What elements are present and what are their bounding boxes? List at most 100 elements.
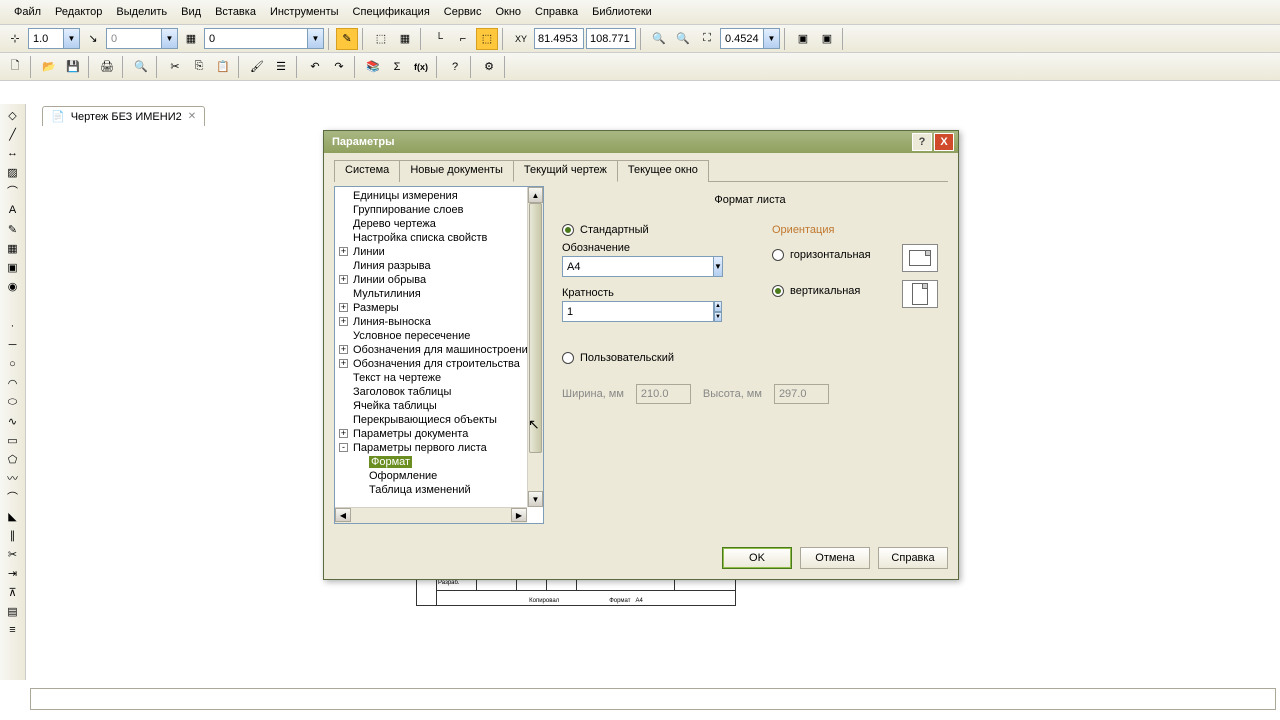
copy-icon[interactable]: ⎘	[188, 56, 210, 78]
tree-item[interactable]: Линия разрыва	[335, 259, 527, 273]
tool-table-icon[interactable]: ▦	[3, 239, 23, 257]
pencil-icon[interactable]: ✎	[336, 28, 358, 50]
tree-item[interactable]: Текст на чертеже	[335, 371, 527, 385]
menu-view[interactable]: Вид	[175, 3, 207, 21]
menu-spec[interactable]: Спецификация	[347, 3, 436, 21]
open-icon[interactable]: 📂	[38, 56, 60, 78]
dialog-help-icon[interactable]: ?	[912, 133, 932, 151]
tree-item[interactable]: Мультилиния	[335, 287, 527, 301]
lib-icon[interactable]: 📚	[362, 56, 384, 78]
tree-item[interactable]: +Линия-выноска	[335, 315, 527, 329]
tool-circle-icon[interactable]: ○	[3, 355, 23, 373]
expand-icon[interactable]: +	[339, 275, 348, 284]
tree-item[interactable]: Условное пересечение	[335, 329, 527, 343]
help-button[interactable]: Справка	[878, 547, 948, 569]
tool-fillet-icon[interactable]: ⌒	[3, 488, 23, 506]
brush-icon[interactable]: 🖌	[246, 56, 268, 78]
coord-y-input[interactable]	[586, 28, 636, 49]
tool-point-icon[interactable]: ·	[3, 317, 23, 335]
scroll-left-icon[interactable]: ◀	[335, 508, 351, 522]
expand-icon[interactable]: +	[339, 317, 348, 326]
tool-arc-icon[interactable]: ⌒	[3, 182, 23, 200]
tool-line-icon[interactable]: ╱	[3, 125, 23, 143]
print-icon[interactable]: 🖨	[96, 56, 118, 78]
tree-item[interactable]: +Линии	[335, 245, 527, 259]
tool-trim-icon[interactable]: ✂	[3, 545, 23, 563]
dialog-titlebar[interactable]: Параметры ? X	[324, 131, 958, 153]
menu-service[interactable]: Сервис	[438, 3, 488, 21]
tab-current-drawing[interactable]: Текущий чертеж	[513, 160, 618, 182]
tree-item[interactable]: Формат	[335, 455, 527, 469]
tool-poly-icon[interactable]: ⬠	[3, 450, 23, 468]
tool-hatch-icon[interactable]: ▨	[3, 163, 23, 181]
save-icon[interactable]: 💾	[62, 56, 84, 78]
tool-offset-icon[interactable]: ∥	[3, 526, 23, 544]
tree-item[interactable]: +Размеры	[335, 301, 527, 315]
tool-spline-icon[interactable]: ∿	[3, 412, 23, 430]
radio-custom-input[interactable]	[562, 352, 574, 364]
zoom-out-icon[interactable]: 🔍	[672, 28, 694, 50]
menu-help[interactable]: Справка	[529, 3, 584, 21]
tree-item[interactable]: Группирование слоев	[335, 203, 527, 217]
expand-icon[interactable]: +	[339, 429, 348, 438]
tree-vscroll[interactable]: ▲ ▼	[527, 187, 543, 507]
tree-item[interactable]: +Обозначения для машиностроения	[335, 343, 527, 357]
radio-custom[interactable]: Пользовательский	[562, 352, 938, 364]
paste-icon[interactable]: 📋	[212, 56, 234, 78]
cut-icon[interactable]: ✂	[164, 56, 186, 78]
tree-item[interactable]: -Параметры первого листа	[335, 441, 527, 455]
menu-file[interactable]: Файл	[8, 3, 47, 21]
tool-multi-icon[interactable]: ≡	[3, 621, 23, 639]
expand-icon[interactable]: +	[339, 345, 348, 354]
tool-segment-icon[interactable]: ─	[3, 336, 23, 354]
radio-standard[interactable]: Стандартный	[562, 224, 742, 236]
step-select[interactable]: 0▼	[106, 28, 178, 49]
grid-icon[interactable]: ▦	[394, 28, 416, 50]
tree-item[interactable]: Заголовок таблицы	[335, 385, 527, 399]
chevron-down-icon[interactable]: ▼	[714, 256, 723, 277]
menu-window[interactable]: Окно	[489, 3, 527, 21]
snap-icon[interactable]: ⊹	[4, 28, 26, 50]
close-icon[interactable]: ✕	[188, 111, 196, 122]
misc-icon[interactable]: ⚙	[478, 56, 500, 78]
scale-select[interactable]: 1.0▼	[28, 28, 80, 49]
whatsthis-icon[interactable]: ?	[444, 56, 466, 78]
expand-icon[interactable]: +	[339, 303, 348, 312]
fx-icon[interactable]: f(x)	[410, 56, 432, 78]
window2-icon[interactable]: ▣	[816, 28, 838, 50]
command-bar[interactable]	[30, 688, 1276, 710]
tool-assoc-icon[interactable]: ◉	[3, 277, 23, 295]
preview-icon[interactable]: 🔍	[130, 56, 152, 78]
tool-break-icon[interactable]: ⊼	[3, 583, 23, 601]
var-icon[interactable]: Σ	[386, 56, 408, 78]
zoom-fit-icon[interactable]: ⛶	[696, 28, 718, 50]
scroll-up-icon[interactable]: ▲	[528, 187, 543, 203]
tree-item[interactable]: +Параметры документа	[335, 427, 527, 441]
radio-horizontal-input[interactable]	[772, 249, 784, 261]
menu-libraries[interactable]: Библиотеки	[586, 3, 658, 21]
coord-x-input[interactable]	[534, 28, 584, 49]
ok-button[interactable]: OK	[722, 547, 792, 569]
tool-geometry-icon[interactable]: ◇	[3, 106, 23, 124]
tree-item[interactable]: Перекрывающиеся объекты	[335, 413, 527, 427]
expand-icon[interactable]: +	[339, 247, 348, 256]
tree-item[interactable]: Дерево чертежа	[335, 217, 527, 231]
tree-item[interactable]: Ячейка таблицы	[335, 399, 527, 413]
undo-icon[interactable]: ↶	[304, 56, 326, 78]
spin-up-icon[interactable]: ▲	[714, 301, 722, 312]
tree-item[interactable]: Таблица изменений	[335, 483, 527, 497]
tool-rect-icon[interactable]: ▭	[3, 431, 23, 449]
props-icon[interactable]: ☰	[270, 56, 292, 78]
tab-system[interactable]: Система	[334, 160, 400, 182]
tool-dim-icon[interactable]: ↔	[3, 144, 23, 162]
tool-extend-icon[interactable]: ⇥	[3, 564, 23, 582]
expand-icon[interactable]: +	[339, 359, 348, 368]
xy-icon[interactable]: XY	[510, 28, 532, 50]
window1-icon[interactable]: ▣	[792, 28, 814, 50]
tree-item[interactable]: Настройка списка свойств	[335, 231, 527, 245]
multiplicity-spinner[interactable]: ▲▼	[562, 301, 632, 322]
menu-tools[interactable]: Инструменты	[264, 3, 345, 21]
spin-down-icon[interactable]: ▼	[714, 312, 722, 323]
layer-icon[interactable]: ▦	[180, 28, 202, 50]
tab-newdocs[interactable]: Новые документы	[399, 160, 514, 182]
